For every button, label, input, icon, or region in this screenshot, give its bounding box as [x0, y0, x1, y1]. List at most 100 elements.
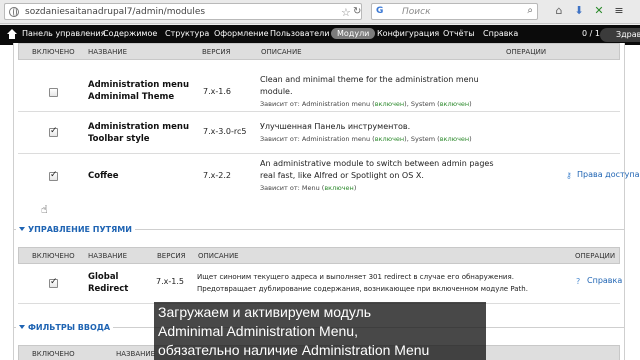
requirement-status: включен — [439, 135, 470, 143]
search-input[interactable]: G Поиск ⌕ — [371, 3, 538, 20]
permissions-link-label: Права доступа — [577, 170, 640, 179]
table-header: ВКЛЮЧЕНО НАЗВАНИЕ ВЕРСИЯ ОПИСАНИЕ ОПЕРАЦ… — [18, 43, 620, 60]
requirement-status: включен — [374, 100, 405, 108]
browser-toolbar: sozdaniesaitanadrupal7/admin/modules ☆ ↻… — [0, 0, 640, 24]
column-name[interactable]: НАЗВАНИЕ — [116, 350, 155, 358]
table-row: Global Redirect 7.x-1.5 Ищет синоним тек… — [18, 264, 623, 304]
module-requirements: Зависит от: Administration menu (включен… — [260, 135, 472, 143]
module-name-line: Adminimal Theme — [88, 92, 175, 102]
requirement-suffix: ) — [469, 100, 472, 108]
module-name-line: Toolbar style — [88, 134, 150, 144]
module-description: Ищет синоним текущего адреса и выполняет… — [197, 271, 567, 295]
description-line: Clean and minimal theme for the administ… — [260, 75, 479, 84]
search-engine-icon[interactable]: G — [376, 6, 383, 16]
module-name: Coffee — [88, 170, 198, 182]
module-description: An administrative module to switch betwe… — [260, 158, 510, 182]
table-row: Coffee 7.x-2.2 An administrative module … — [18, 154, 640, 204]
toolbar-item-content[interactable]: Содержимое — [103, 29, 157, 38]
address-bar[interactable]: sozdaniesaitanadrupal7/admin/modules ☆ ↻ — [4, 3, 362, 20]
requirement-status: включен — [439, 100, 470, 108]
column-operations[interactable]: ОПЕРАЦИИ — [575, 252, 615, 260]
column-enabled[interactable]: ВКЛЮЧЕНО — [32, 350, 75, 358]
module-requirements: Зависит от: Administration menu (включен… — [260, 100, 472, 108]
module-version: 7.x-2.2 — [203, 171, 231, 180]
help-icon: ? — [576, 277, 581, 286]
module-version: 7.x-1.6 — [203, 87, 231, 96]
description-line: module. — [260, 87, 293, 96]
requirement-suffix: ) — [469, 135, 472, 143]
requirement-status: включен — [324, 184, 354, 192]
reload-icon[interactable]: ↻ — [353, 6, 361, 17]
search-placeholder: Поиск — [402, 7, 431, 17]
module-version: 7.x-1.5 — [156, 277, 184, 286]
module-enable-checkbox[interactable] — [49, 277, 58, 288]
column-version[interactable]: ВЕРСИЯ — [157, 252, 185, 260]
module-requirements: Зависит от: Menu (включен) — [260, 184, 356, 192]
requirement-mid: ), System ( — [404, 100, 440, 108]
module-enable-checkbox[interactable] — [49, 170, 58, 181]
mouse-cursor-icon: ☝ — [41, 203, 48, 216]
toolbar-item-reports[interactable]: Отчёты — [443, 29, 475, 38]
column-name[interactable]: НАЗВАНИЕ — [88, 48, 127, 56]
subtitle-line: Adminimal Administration Menu, — [158, 323, 358, 339]
video-subtitle: Загружаем и активируем модуль Adminimal … — [154, 302, 486, 360]
description-line: real fast, like Alfred or Spotlight on O… — [260, 171, 424, 180]
bookmark-star-icon[interactable]: ☆ — [341, 6, 351, 19]
help-link[interactable]: ? Справка — [576, 276, 623, 286]
module-description: Улучшенная Панель инструментов. — [260, 121, 500, 133]
table-row: Administration menu Adminimal Theme 7.x-… — [18, 60, 620, 112]
toolbar-item-people[interactable]: Пользователи — [270, 29, 329, 38]
requirement-mid: ) — [353, 184, 357, 192]
toolbar-item-appearance[interactable]: Оформление — [214, 29, 269, 38]
module-name-line: Administration menu — [88, 80, 189, 90]
column-name[interactable]: НАЗВАНИЕ — [88, 252, 127, 260]
toolbar-item-help[interactable]: Справка — [483, 29, 518, 38]
subtitle-line: Загружаем и активируем модуль — [158, 304, 372, 320]
requirement-status: включен — [374, 135, 405, 143]
requirement-prefix: Зависит от: Menu ( — [260, 184, 325, 192]
column-enabled[interactable]: ВКЛЮЧЕНО — [32, 252, 75, 260]
module-enable-checkbox[interactable] — [49, 88, 58, 97]
fieldset-legend[interactable]: УПРАВЛЕНИЕ ПУТЯМИ — [16, 225, 135, 234]
module-enable-checkbox[interactable] — [49, 126, 58, 137]
legend-label: УПРАВЛЕНИЕ ПУТЯМИ — [28, 225, 132, 234]
subtitle-line: обязательно наличие Administration Menu — [158, 342, 430, 358]
legend-label: ФИЛЬТРЫ ВВОДА — [28, 323, 111, 332]
toolbar-item-structure[interactable]: Структура — [165, 29, 209, 38]
column-enabled[interactable]: ВКЛЮЧЕНО — [32, 48, 75, 56]
home-icon[interactable]: ⌂ — [552, 4, 566, 18]
table-header: ВКЛЮЧЕНО НАЗВАНИЕ ВЕРСИЯ ОПИСАНИЕ ОПЕРАЦ… — [18, 247, 620, 264]
column-operations[interactable]: ОПЕРАЦИИ — [506, 48, 546, 56]
module-description: Clean and minimal theme for the administ… — [260, 74, 500, 98]
fieldset-legend[interactable]: ФИЛЬТРЫ ВВОДА — [16, 323, 114, 332]
collapse-triangle-icon — [19, 325, 25, 329]
download-icon[interactable]: ⬇ — [572, 4, 586, 18]
toolbar-item-dashboard[interactable]: Панель управления — [22, 29, 105, 38]
key-icon: ⚷ — [566, 171, 572, 180]
module-name: Administration menu Adminimal Theme — [88, 79, 198, 103]
extension-x-icon[interactable]: ✕ — [592, 4, 606, 18]
description-line: Ищет синоним текущего адреса и выполняет… — [197, 273, 514, 281]
url-text: sozdaniesaitanadrupal7/admin/modules — [25, 7, 206, 17]
description-line: Улучшенная Панель инструментов. — [260, 122, 411, 131]
column-description[interactable]: ОПИСАНИЕ — [198, 252, 239, 260]
magnifier-icon[interactable]: ⌕ — [527, 5, 533, 16]
menu-icon[interactable]: ≡ — [612, 4, 626, 18]
admin-toolbar: Панель управления Содержимое Структура О… — [0, 25, 640, 45]
column-version[interactable]: ВЕРСИЯ — [202, 48, 230, 56]
module-name-line: Administration menu — [88, 122, 189, 132]
requirement-mid: ), System ( — [404, 135, 440, 143]
requirement-prefix: Зависит от: Administration menu ( — [260, 135, 375, 143]
module-name: Administration menu Toolbar style — [88, 121, 198, 145]
toolbar-item-configuration[interactable]: Конфигурация — [377, 29, 439, 38]
description-line: An administrative module to switch betwe… — [260, 159, 494, 168]
description-line: Предотвращает дублирование содержания, в… — [197, 285, 528, 293]
toolbar-item-modules[interactable]: Модули — [331, 28, 376, 39]
column-description[interactable]: ОПИСАНИЕ — [261, 48, 302, 56]
table-row: Administration menu Toolbar style 7.x-3.… — [18, 112, 620, 154]
permissions-link[interactable]: ⚷ Права доступа — [566, 170, 640, 180]
user-greeting[interactable]: Здрав — [600, 28, 640, 42]
module-version: 7.x-3.0-rc5 — [203, 127, 247, 136]
home-icon[interactable] — [7, 29, 17, 39]
help-link-label: Справка — [587, 276, 623, 285]
